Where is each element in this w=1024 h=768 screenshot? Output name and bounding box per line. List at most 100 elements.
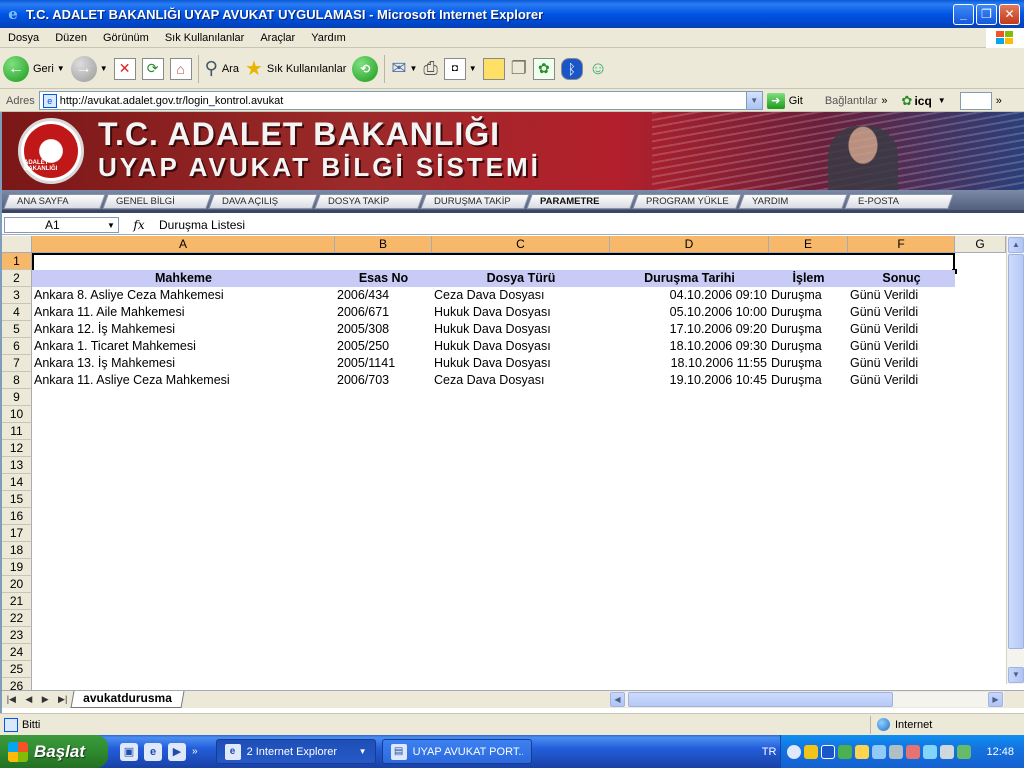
table-cell[interactable]: Duruşma <box>769 287 848 304</box>
start-button[interactable]: Başlat <box>0 735 108 768</box>
table-cell[interactable]: Günü Verildi <box>848 338 955 355</box>
scroll-thumb[interactable] <box>1008 254 1024 649</box>
scroll-left-icon[interactable]: ◀ <box>610 692 625 707</box>
row-header[interactable]: 10 <box>2 406 32 423</box>
table-cell[interactable]: 19.10.2006 10:45 <box>610 372 769 389</box>
row-header[interactable]: 21 <box>2 593 32 610</box>
note-button[interactable] <box>480 52 508 86</box>
column-header-c[interactable]: C <box>432 236 610 253</box>
table-cell[interactable]: 2006/703 <box>335 372 432 389</box>
chevron-more-icon[interactable]: » <box>881 95 887 107</box>
row-header[interactable]: 8 <box>2 372 32 389</box>
column-header-f[interactable]: F <box>848 236 955 253</box>
table-cell[interactable]: 2005/1141 <box>335 355 432 372</box>
mail-button[interactable]: ✉ ▼ <box>388 52 420 86</box>
row-header[interactable]: 19 <box>2 559 32 576</box>
row-header[interactable]: 24 <box>2 644 32 661</box>
tray-chat-icon[interactable] <box>855 744 870 759</box>
table-cell[interactable]: 17.10.2006 09:20 <box>610 321 769 338</box>
menu-item-dosya[interactable]: Dosya <box>0 32 47 44</box>
table-header-cell[interactable]: Mahkeme <box>32 270 335 287</box>
history-button[interactable]: ⟲ <box>349 52 381 86</box>
chevron-down-icon[interactable]: ▼ <box>469 64 477 73</box>
table-cell[interactable]: Duruşma <box>769 338 848 355</box>
address-url[interactable]: http://avukat.adalet.gov.tr/login_kontro… <box>60 95 746 107</box>
table-cell[interactable]: Ankara 11. Aile Mahkemesi <box>32 304 335 321</box>
refresh-button[interactable]: ⟳ <box>139 52 167 86</box>
forward-button[interactable]: → ▼ <box>68 52 111 86</box>
tray-volume-icon[interactable] <box>940 744 955 759</box>
table-header-cell[interactable]: Esas No <box>335 270 432 287</box>
chevron-down-icon[interactable]: ▼ <box>57 64 65 73</box>
table-header-cell[interactable]: Dosya Türü <box>432 270 610 287</box>
vertical-scrollbar[interactable]: ▲ ▼ <box>1006 236 1024 684</box>
tray-monitor-icon[interactable] <box>889 744 904 759</box>
ie-quicklaunch-icon[interactable]: e <box>144 742 162 761</box>
next-sheet-icon[interactable]: ▶ <box>42 694 49 705</box>
table-cell[interactable]: Duruşma <box>769 372 848 389</box>
select-all-corner[interactable] <box>2 236 32 253</box>
chevron-down-icon[interactable]: ▼ <box>938 96 946 105</box>
table-cell[interactable]: Ankara 1. Ticaret Mahkemesi <box>32 338 335 355</box>
table-cell[interactable]: Duruşma <box>769 304 848 321</box>
tab-dava-acilis[interactable]: DAVA AÇILIŞ <box>208 193 318 209</box>
scroll-down-icon[interactable]: ▼ <box>1008 667 1024 683</box>
table-cell[interactable]: 18.10.2006 11:55 <box>610 355 769 372</box>
row-header[interactable]: 13 <box>2 457 32 474</box>
address-input[interactable]: e http://avukat.adalet.gov.tr/login_kont… <box>38 91 763 110</box>
table-cell[interactable]: Hukuk Dava Dosyası <box>432 338 610 355</box>
row-header[interactable]: 6 <box>2 338 32 355</box>
table-cell[interactable]: Günü Verildi <box>848 321 955 338</box>
favorites-button[interactable]: ★ Sık Kullanılanlar <box>242 52 349 86</box>
task-internet-explorer-group[interactable]: e 2 Internet Explorer ▼ <box>215 739 376 764</box>
print-button[interactable]: ⎙ <box>420 52 440 86</box>
table-cell[interactable]: Ankara 8. Asliye Ceza Mahkemesi <box>32 287 335 304</box>
messenger-button[interactable]: ☺ <box>586 52 610 86</box>
tray-display-icon[interactable] <box>923 744 938 759</box>
row-header[interactable]: 4 <box>2 304 32 321</box>
function-icon[interactable]: fx <box>119 218 159 232</box>
edit-button[interactable]: ◘ ▼ <box>441 52 480 86</box>
table-cell[interactable]: 04.10.2006 09:10 <box>610 287 769 304</box>
stop-button[interactable]: ✕ <box>111 52 139 86</box>
tab-yardim[interactable]: YARDIM <box>738 193 848 209</box>
column-header-e[interactable]: E <box>769 236 848 253</box>
table-cell[interactable]: 05.10.2006 10:00 <box>610 304 769 321</box>
chevron-down-icon[interactable]: ▼ <box>409 64 417 73</box>
research-button[interactable]: ❐ <box>508 52 530 86</box>
back-button[interactable]: ← Geri ▼ <box>0 52 68 86</box>
table-cell[interactable]: Hukuk Dava Dosyası <box>432 304 610 321</box>
tab-parametre[interactable]: PARAMETRE <box>526 193 636 209</box>
table-cell[interactable]: Hukuk Dava Dosyası <box>432 355 610 372</box>
search-button[interactable]: ⚲ Ara <box>202 52 242 86</box>
chevron-down-icon[interactable]: ▼ <box>104 221 118 230</box>
show-desktop-icon[interactable]: ▣ <box>120 742 138 761</box>
chevron-more-icon[interactable]: » <box>192 746 198 757</box>
table-cell[interactable]: 18.10.2006 09:30 <box>610 338 769 355</box>
table-header-cell[interactable]: Duruşma Tarihi <box>610 270 769 287</box>
tray-arrow-icon[interactable] <box>787 744 802 759</box>
maximize-button[interactable]: ❐ <box>976 3 997 25</box>
last-sheet-icon[interactable]: ▶| <box>58 694 67 705</box>
tab-genel-bilgi[interactable]: GENEL BİLGİ <box>102 193 212 209</box>
task-uyap-avukat[interactable]: ▤ UYAP AVUKAT PORT... <box>381 739 532 764</box>
row-header[interactable]: 16 <box>2 508 32 525</box>
menu-item-gorunum[interactable]: Görünüm <box>95 32 157 44</box>
tab-ana-sayfa[interactable]: ANA SAYFA <box>3 193 106 209</box>
icq-toolbar-button[interactable]: ✿ <box>530 52 558 86</box>
row-header[interactable]: 1 <box>2 253 32 270</box>
bluetooth-button[interactable]: ᛒ <box>558 52 586 86</box>
table-cell[interactable]: Duruşma <box>769 321 848 338</box>
column-header-g[interactable]: G <box>955 236 1006 253</box>
icq-button[interactable]: ✿ icq ▼ <box>902 93 946 109</box>
scroll-up-icon[interactable]: ▲ <box>1008 237 1024 253</box>
tray-bluetooth-icon[interactable] <box>821 744 836 759</box>
row-header[interactable]: 12 <box>2 440 32 457</box>
menu-item-duzen[interactable]: Düzen <box>47 32 95 44</box>
table-header-cell[interactable]: İşlem <box>769 270 848 287</box>
table-cell[interactable]: Ankara 12. İş Mahkemesi <box>32 321 335 338</box>
name-box[interactable]: A1 ▼ <box>4 217 119 233</box>
row-header[interactable]: 2 <box>2 270 32 287</box>
table-cell[interactable]: Günü Verildi <box>848 372 955 389</box>
table-cell[interactable]: 2006/671 <box>335 304 432 321</box>
